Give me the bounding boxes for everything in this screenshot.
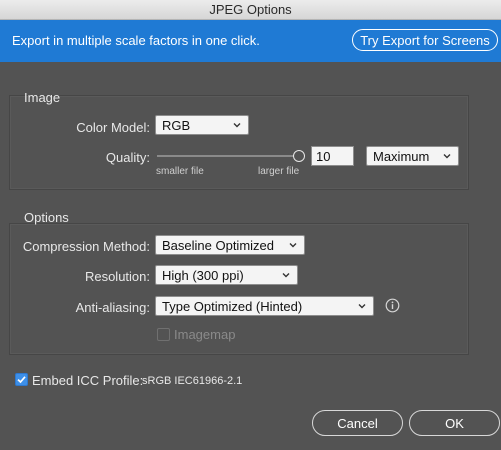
quality-slider-track[interactable] — [157, 155, 299, 157]
chevron-down-icon — [282, 273, 290, 278]
imagemap-checkbox[interactable] — [157, 328, 170, 341]
info-icon[interactable] — [385, 298, 400, 313]
chevron-down-icon — [289, 243, 297, 248]
quality-max-caption: larger file — [258, 166, 300, 177]
try-export-for-screens-button[interactable]: Try Export for Screens — [352, 29, 498, 51]
ok-button[interactable]: OK — [409, 410, 500, 436]
checkmark-icon — [17, 376, 26, 384]
chevron-down-icon — [233, 123, 241, 128]
anti-aliasing-select[interactable]: Type Optimized (Hinted) — [155, 296, 374, 316]
embed-icc-checkbox[interactable] — [15, 373, 28, 386]
resolution-value: High (300 ppi) — [162, 267, 244, 283]
banner-text: Export in multiple scale factors in one … — [12, 33, 260, 48]
quality-preset-select[interactable]: Maximum — [366, 146, 459, 166]
anti-aliasing-value: Type Optimized (Hinted) — [162, 298, 303, 314]
quality-label: Quality: — [105, 150, 150, 165]
anti-aliasing-label: Anti-aliasing: — [75, 300, 150, 315]
export-screens-banner: Export in multiple scale factors in one … — [0, 20, 501, 62]
quality-value-field[interactable]: 10 — [311, 146, 354, 166]
compression-method-label: Compression Method: — [22, 239, 150, 254]
window-title: JPEG Options — [209, 2, 292, 17]
quality-preset-value: Maximum — [373, 148, 430, 164]
options-group-title: Options — [24, 210, 69, 225]
chevron-down-icon — [443, 154, 451, 159]
resolution-label: Resolution: — [84, 269, 150, 284]
color-model-label: Color Model: — [76, 120, 150, 135]
cancel-button[interactable]: Cancel — [312, 410, 403, 436]
color-model-select[interactable]: RGB — [155, 115, 249, 135]
resolution-select[interactable]: High (300 ppi) — [155, 265, 298, 285]
icc-profile-name: sRGB IEC61966-2.1 — [142, 375, 243, 387]
window-titlebar: JPEG Options — [0, 0, 501, 20]
quality-min-caption: smaller file — [156, 166, 204, 177]
quality-slider-knob[interactable] — [293, 150, 305, 162]
compression-method-value: Baseline Optimized — [162, 237, 274, 253]
image-group — [9, 95, 469, 190]
color-model-value: RGB — [162, 117, 191, 133]
image-group-title: Image — [24, 90, 61, 105]
embed-icc-label: Embed ICC Profile: — [32, 373, 144, 388]
compression-method-select[interactable]: Baseline Optimized — [155, 235, 305, 255]
imagemap-label: Imagemap — [174, 327, 236, 342]
chevron-down-icon — [358, 304, 366, 309]
